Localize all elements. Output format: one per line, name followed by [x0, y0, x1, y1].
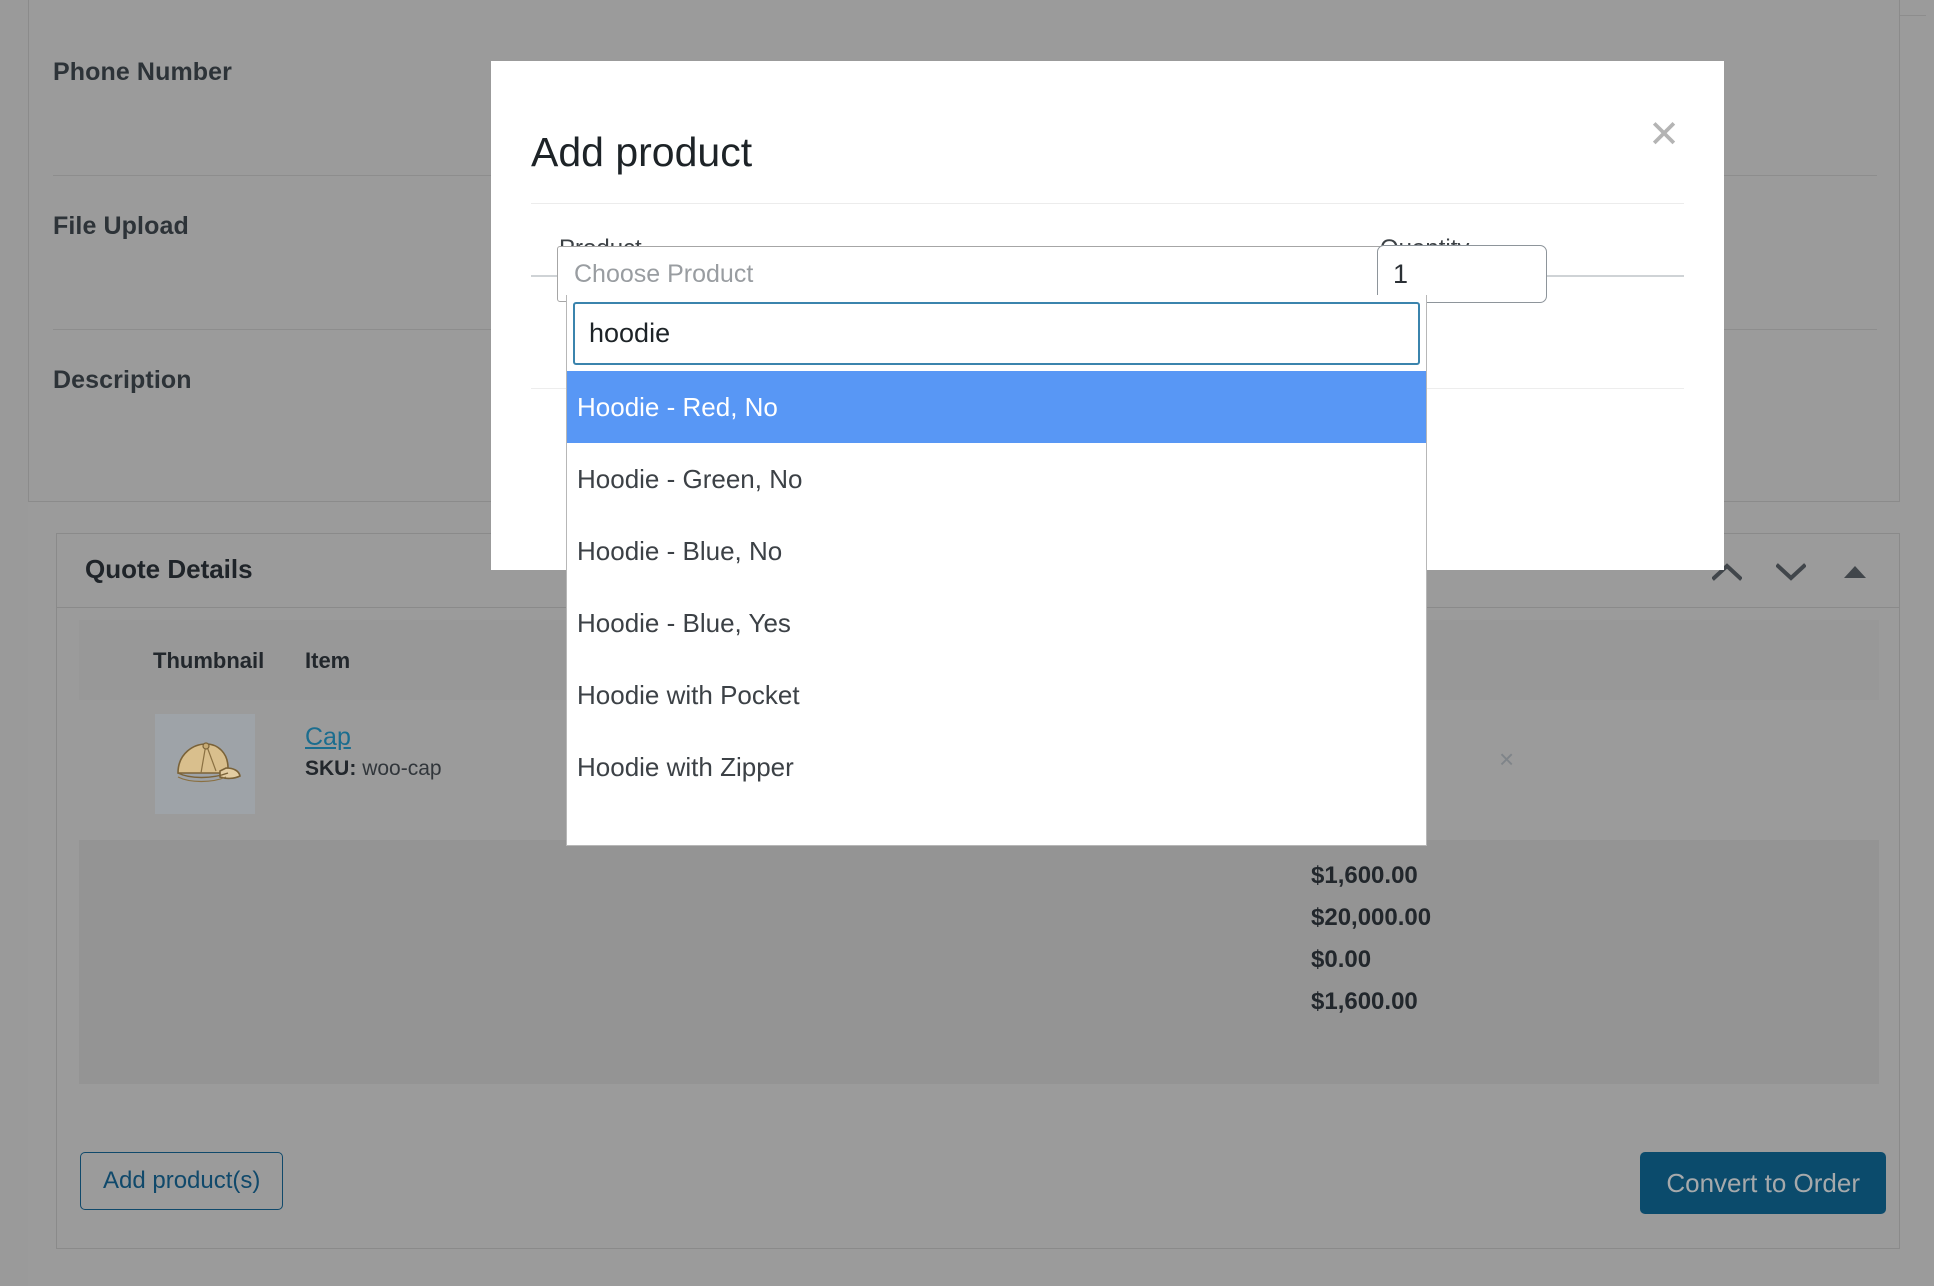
cap-thumbnail	[155, 714, 255, 814]
add-products-button[interactable]: Add product(s)	[80, 1152, 284, 1210]
column-header-item: Item	[305, 648, 351, 673]
close-icon[interactable]: ✕	[1638, 109, 1690, 161]
remove-row-icon[interactable]: ×	[1499, 746, 1514, 772]
product-link[interactable]: Cap	[305, 722, 442, 753]
dropdown-option[interactable]: Hoodie with Pocket	[567, 659, 1426, 731]
totals-block: Subtotal (Standard) $1,600.00 Offered Su…	[79, 840, 1879, 1084]
convert-to-order-button[interactable]: Convert to Order	[1640, 1152, 1886, 1214]
total-value: $1,600.00	[1311, 988, 1418, 1015]
modal-title-divider	[531, 203, 1684, 204]
dropdown-option[interactable]: Hoodie with Zipper	[567, 731, 1426, 803]
sku-value: woo-cap	[362, 757, 442, 781]
product-search-input[interactable]	[573, 302, 1420, 365]
page-gutter	[0, 0, 28, 1286]
dropdown-option[interactable]: Hoodie - Green, No	[567, 443, 1426, 515]
collapse-triangle-icon[interactable]	[1833, 550, 1877, 594]
item-cell: Cap SKU: woo-cap	[305, 722, 442, 781]
product-sku: SKU: woo-cap	[305, 757, 442, 781]
total-value: $20,000.00	[1311, 904, 1432, 931]
product-select[interactable]: Choose Product ▲	[557, 246, 1417, 302]
form-label-phone-number: Phone Number	[53, 58, 232, 86]
dropdown-option[interactable]: Hoodie - Blue, Yes	[567, 587, 1426, 659]
product-dropdown: Hoodie - Red, No Hoodie - Green, No Hood…	[566, 295, 1427, 846]
product-select-placeholder: Choose Product	[574, 260, 754, 288]
modal-title: Add product	[531, 129, 753, 175]
form-label-description: Description	[53, 366, 192, 394]
total-value: $0.00	[1311, 946, 1372, 973]
chevron-down-icon[interactable]	[1769, 550, 1813, 594]
sku-label: SKU:	[305, 757, 357, 781]
form-label-file-upload: File Upload	[53, 212, 189, 240]
dropdown-option-list: Hoodie - Red, No Hoodie - Green, No Hood…	[567, 371, 1426, 803]
total-value: $1,600.00	[1311, 862, 1418, 889]
dropdown-search-wrapper	[567, 295, 1426, 371]
quote-details-title: Quote Details	[85, 554, 253, 584]
dropdown-option[interactable]: Hoodie - Red, No	[567, 371, 1426, 443]
column-header-thumbnail: Thumbnail	[153, 648, 265, 673]
panel-controls	[1705, 550, 1877, 594]
dropdown-option[interactable]: Hoodie - Blue, No	[567, 515, 1426, 587]
